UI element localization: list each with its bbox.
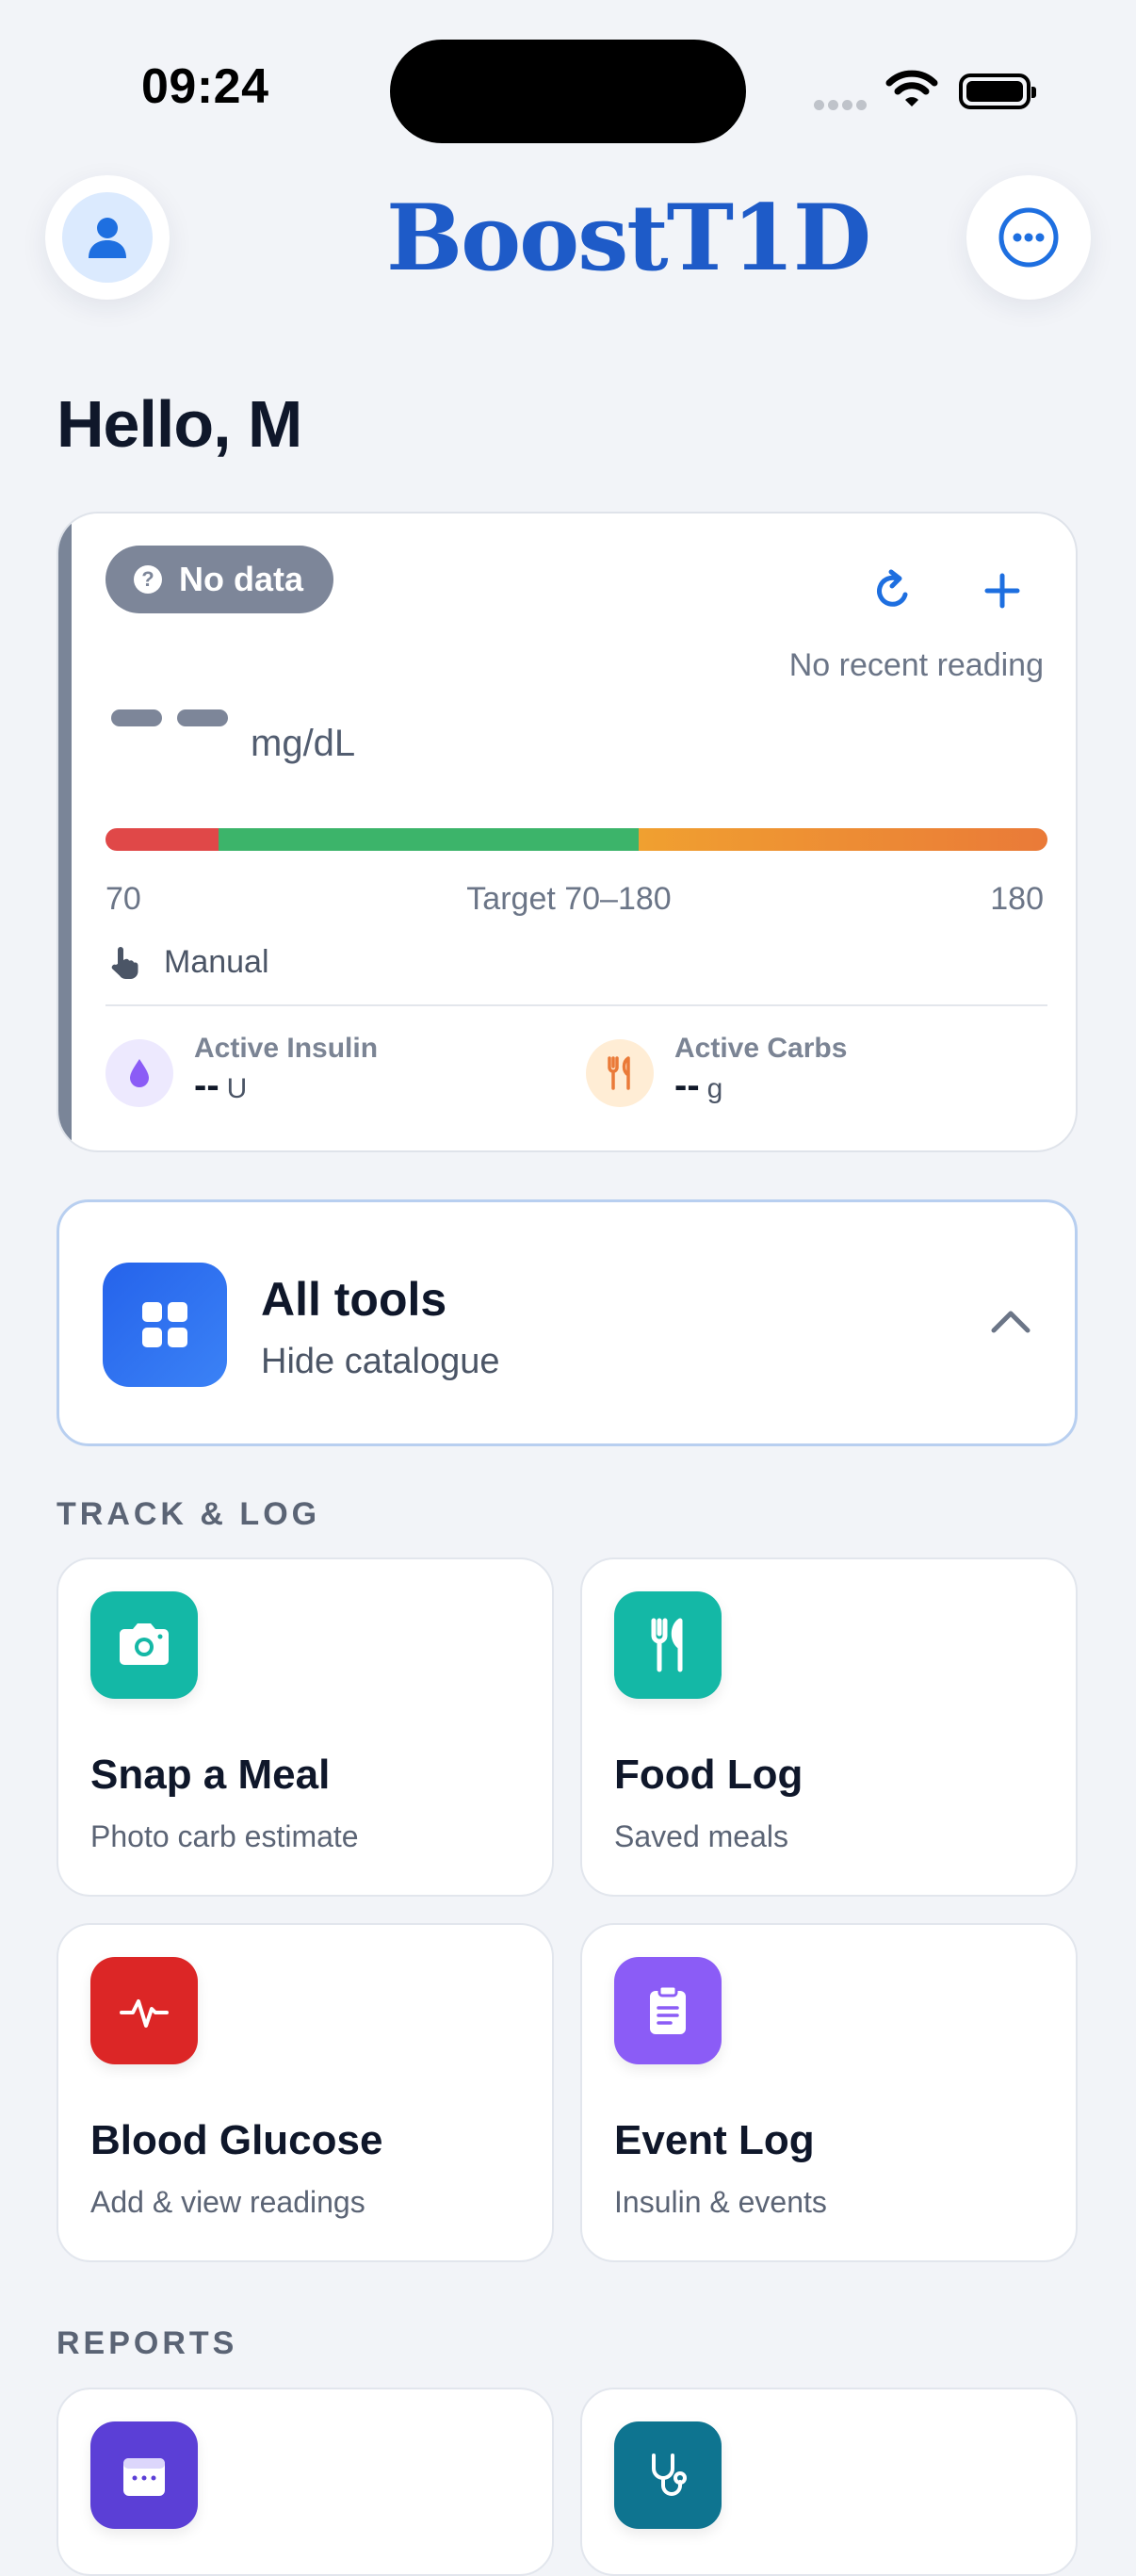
status-time: 09:24 (141, 59, 269, 114)
status-badge-label: No data (179, 560, 304, 598)
profile-button[interactable] (45, 175, 170, 300)
range-high-segment (639, 828, 1047, 851)
active-carbs: Active Carbs -- g (586, 1033, 847, 1107)
glucose-value-placeholder (111, 709, 162, 726)
app-logo: BoostT1D (386, 185, 871, 291)
plus-icon (984, 573, 1020, 609)
report-tile-calendar[interactable] (57, 2388, 554, 2576)
tile-subtitle: Add & view readings (90, 2185, 365, 2219)
tool-event-log[interactable]: Event Log Insulin & events (580, 1923, 1078, 2262)
refresh-button[interactable] (868, 566, 917, 620)
data-source-label: Manual (164, 943, 269, 980)
glucose-card[interactable]: ? No data No recent reading mg/dL 70 Tar… (57, 512, 1078, 1152)
active-insulin-label: Active Insulin (194, 1032, 379, 1064)
more-menu-button[interactable] (966, 175, 1091, 300)
section-track-log: TRACK & LOG (57, 1496, 321, 1532)
hand-tap-icon (111, 947, 138, 979)
tile-title: Snap a Meal (90, 1752, 331, 1798)
grid-icon (103, 1263, 227, 1387)
card-divider (105, 1004, 1047, 1006)
status-stripe (58, 514, 72, 1150)
utensils-icon (614, 1591, 722, 1699)
active-carbs-label: Active Carbs (674, 1032, 848, 1064)
tile-subtitle: Photo carb estimate (90, 1819, 359, 1853)
tool-food-log[interactable]: Food Log Saved meals (580, 1557, 1078, 1897)
wifi-icon (885, 70, 938, 114)
question-icon: ? (134, 565, 162, 594)
status-badge: ? No data (105, 546, 334, 613)
dynamic-island (390, 40, 746, 143)
camera-icon (90, 1591, 198, 1699)
droplet-icon (105, 1039, 173, 1107)
section-reports: REPORTS (57, 2325, 238, 2361)
all-tools-toggle[interactable]: All tools Hide catalogue (57, 1199, 1078, 1446)
range-target-label: Target 70–180 (466, 881, 672, 917)
refresh-icon (877, 569, 908, 607)
stethoscope-icon (614, 2421, 722, 2529)
tool-blood-glucose[interactable]: Blood Glucose Add & view readings (57, 1923, 554, 2262)
add-reading-button[interactable] (978, 566, 1027, 620)
range-low-segment (105, 828, 219, 851)
tile-title: Event Log (614, 2117, 815, 2163)
active-insulin-unit: U (226, 1072, 248, 1104)
tile-title: Blood Glucose (90, 2117, 383, 2163)
more-horizontal-icon (998, 207, 1059, 268)
clipboard-icon (614, 1957, 722, 2064)
report-tile-doctor[interactable] (580, 2388, 1078, 2576)
range-high-label: 180 (990, 881, 1044, 917)
glucose-value-placeholder (177, 709, 228, 726)
chevron-up-icon (990, 1308, 1031, 1339)
glucose-unit: mg/dL (251, 723, 356, 764)
person-icon (62, 192, 153, 283)
reading-status: No recent reading (788, 647, 1044, 683)
range-target-segment (219, 828, 639, 851)
data-source: Manual (105, 943, 269, 981)
tool-snap-a-meal[interactable]: Snap a Meal Photo carb estimate (57, 1557, 554, 1897)
tile-subtitle: Saved meals (614, 1819, 788, 1853)
active-carbs-unit: g (706, 1072, 723, 1104)
calendar-icon (90, 2421, 198, 2529)
all-tools-subtitle: Hide catalogue (261, 1342, 500, 1381)
utensils-icon (586, 1039, 654, 1107)
greeting-title: Hello, M (57, 387, 302, 461)
active-insulin: Active Insulin -- U (105, 1033, 378, 1107)
active-carbs-value: -- (674, 1064, 700, 1106)
pulse-icon (90, 1957, 198, 2064)
battery-icon (959, 73, 1036, 109)
target-range-bar (105, 828, 1047, 851)
active-insulin-value: -- (194, 1064, 219, 1106)
tile-subtitle: Insulin & events (614, 2185, 827, 2219)
all-tools-title: All tools (261, 1273, 447, 1326)
tile-title: Food Log (614, 1752, 803, 1798)
cellular-signal-icon (814, 98, 870, 115)
